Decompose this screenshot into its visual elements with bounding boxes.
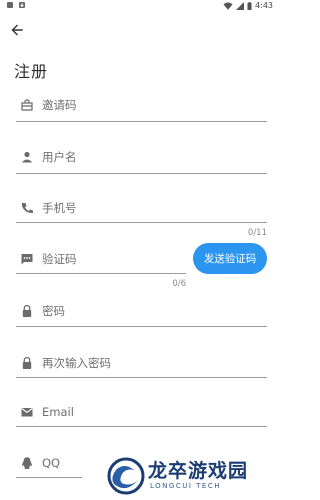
message-icon (21, 254, 33, 265)
email-input[interactable] (42, 404, 262, 420)
watermark-subtitle: LONGCUI TECH (150, 482, 221, 490)
back-button[interactable] (9, 22, 25, 38)
wifi-icon (223, 2, 233, 10)
confirm-password-input[interactable] (42, 355, 262, 371)
confirm-password-field (16, 355, 267, 381)
phone-icon (21, 203, 33, 214)
username-input[interactable] (42, 149, 262, 165)
qq-input[interactable] (42, 455, 82, 471)
dragon-logo-icon (107, 457, 145, 495)
mail-icon (21, 408, 33, 417)
lock-icon (22, 304, 32, 317)
password-field (16, 303, 267, 329)
invite-code-underline (16, 121, 267, 122)
qq-underline (16, 477, 82, 478)
arrow-left-icon (11, 24, 23, 36)
password-input[interactable] (42, 303, 262, 319)
username-field (16, 148, 267, 174)
lock-icon (22, 356, 32, 369)
status-time: 4:43 (255, 1, 273, 10)
confirm-password-underline (16, 377, 267, 378)
phone-input[interactable] (42, 200, 262, 216)
status-left (6, 1, 26, 9)
invite-code-field (16, 96, 267, 122)
status-bar: 4:43 (0, 0, 281, 13)
password-underline (16, 326, 267, 327)
download-icon (19, 2, 25, 8)
email-field (16, 404, 267, 430)
verify-code-underline (16, 273, 186, 274)
email-underline (16, 426, 267, 427)
invite-code-input[interactable] (42, 97, 262, 113)
qq-icon (22, 457, 32, 469)
phone-field: 0/11 (16, 199, 267, 239)
page-title: 注册 (14, 62, 49, 81)
phone-underline (16, 222, 267, 223)
phone-counter: 0/11 (247, 228, 267, 238)
username-underline (16, 173, 267, 174)
watermark-title: 龙卒游戏园 (148, 460, 249, 482)
person-icon (21, 151, 33, 163)
verify-code-field: 0/6 (16, 251, 186, 291)
battery-icon (247, 1, 252, 10)
gift-icon (21, 99, 33, 111)
verify-code-counter: 0/6 (172, 279, 186, 289)
notification-square-icon (7, 2, 13, 8)
watermark-logo: 龙卒游戏园 LONGCUI TECH (104, 454, 274, 498)
qq-field (16, 455, 82, 481)
send-code-button[interactable]: 发送验证码 (193, 243, 267, 274)
verify-code-input[interactable] (42, 251, 182, 267)
signal-icon (236, 1, 245, 10)
status-right: 4:43 (223, 1, 273, 10)
